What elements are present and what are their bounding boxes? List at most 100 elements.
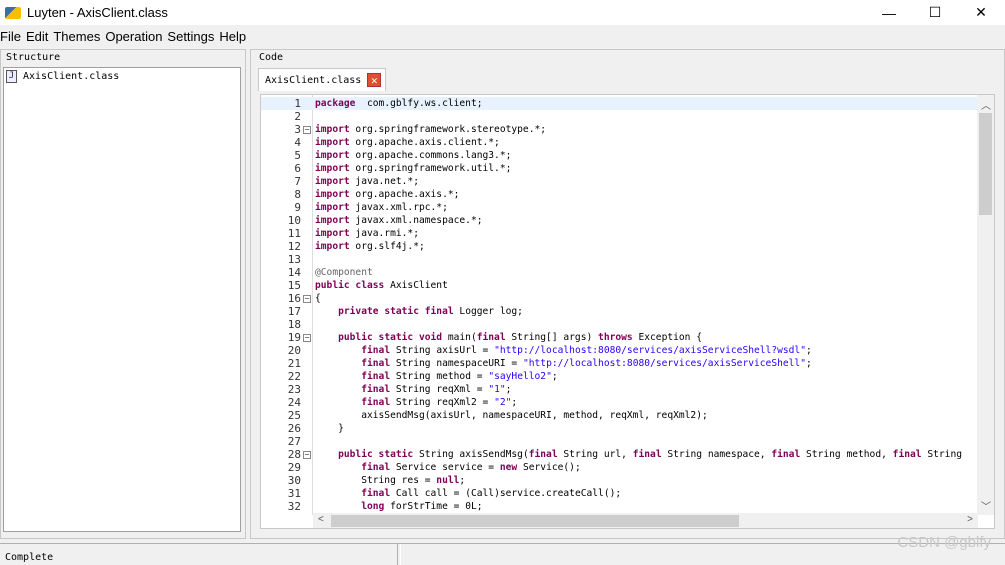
code-text: public static String axisSendMsg(final S…: [315, 448, 962, 461]
code-token: String url,: [557, 449, 633, 460]
code-editor[interactable]: 1 package com.gblfy.ws.client; 2 3− import o…: [260, 94, 995, 529]
code-text: axisSendMsg(axisUrl, namespaceURI, metho…: [315, 409, 708, 422]
code-text: final String method = "sayHello2";: [315, 370, 558, 383]
code-token: final: [632, 449, 662, 460]
code-token: }: [315, 423, 344, 434]
scroll-up-icon[interactable]: ︿: [981, 97, 991, 112]
line-number: 1: [294, 97, 301, 110]
code-line: 7 import java.net.*;: [261, 175, 977, 188]
code-text: final String axisUrl = "http://localhost…: [315, 344, 812, 357]
code-token: javax.xml.rpc.*;: [349, 202, 448, 213]
scroll-down-icon[interactable]: ﹀: [981, 498, 991, 513]
tab-axisclient[interactable]: AxisClient.class ✕: [258, 68, 386, 91]
code-token: String namespace,: [661, 449, 772, 460]
code-text: String res = null;: [315, 474, 465, 487]
menu-help[interactable]: Help: [219, 27, 250, 47]
line-number: 4: [294, 136, 301, 149]
structure-tree[interactable]: J AxisClient.class: [3, 67, 241, 532]
code-token: String axisSendMsg(: [413, 449, 529, 460]
code-line: 14 @Component: [261, 266, 977, 279]
close-tab-icon[interactable]: ✕: [367, 73, 382, 87]
line-number: 18: [287, 318, 301, 331]
code-text: import java.net.*;: [315, 175, 419, 188]
scroll-left-icon[interactable]: <: [318, 514, 324, 525]
code-token: final: [361, 462, 391, 473]
code-line: 10 import javax.xml.namespace.*;: [261, 214, 977, 227]
code-text: import java.rmi.*;: [315, 227, 419, 240]
code-label: Code: [257, 52, 286, 63]
code-token: import: [315, 124, 350, 135]
code-token: import: [315, 163, 350, 174]
code-token: import: [315, 150, 350, 161]
code-text: import org.apache.axis.*;: [315, 188, 459, 201]
tree-item[interactable]: J AxisClient.class: [4, 68, 240, 85]
fold-collapse-icon[interactable]: −: [303, 334, 311, 342]
code-token: "http://localhost:8080/services/axisServ…: [494, 345, 806, 356]
code-token: String method =: [390, 371, 489, 382]
tab-label: AxisClient.class: [265, 74, 362, 86]
code-token: private static final: [338, 306, 454, 317]
code-token: "http://localhost:8080/services/axisServ…: [522, 358, 806, 369]
code-token: String namespaceURI =: [390, 358, 523, 369]
code-token: import: [315, 215, 350, 226]
code-text: import org.springframework.util.*;: [315, 162, 511, 175]
vertical-scroll-thumb[interactable]: [979, 113, 992, 215]
line-number: 29: [287, 461, 301, 474]
line-number: 25: [287, 409, 301, 422]
code-text: final String reqXml2 = "2";: [315, 396, 517, 409]
title-bar: Luyten - AxisClient.class — ☐ ✕: [0, 0, 1005, 25]
fold-collapse-icon[interactable]: −: [303, 451, 311, 459]
line-number: 6: [294, 162, 301, 175]
tree-item-label: AxisClient.class: [23, 71, 120, 82]
code-token: ;: [806, 358, 812, 369]
code-token: public static void: [338, 332, 443, 343]
scroll-right-icon[interactable]: >: [967, 514, 973, 525]
code-text: @Component: [315, 266, 373, 279]
code-token: String: [921, 449, 962, 460]
menu-file[interactable]: File: [0, 27, 25, 47]
code-token: AxisClient: [384, 280, 448, 291]
line-number: 12: [287, 240, 301, 253]
menu-settings[interactable]: Settings: [167, 27, 218, 47]
code-text: final Service service = new Service();: [315, 461, 581, 474]
close-button[interactable]: ✕: [958, 0, 1004, 25]
line-number: 32: [287, 500, 301, 513]
code-token: ;: [805, 345, 812, 356]
line-number: 21: [287, 357, 301, 370]
minimize-button[interactable]: —: [866, 0, 912, 25]
code-line: 9 import javax.xml.rpc.*;: [261, 201, 977, 214]
menu-edit[interactable]: Edit: [26, 27, 52, 47]
code-area[interactable]: 1 package com.gblfy.ws.client; 2 3− import o…: [261, 97, 977, 515]
maximize-button[interactable]: ☐: [912, 0, 958, 25]
fold-collapse-icon[interactable]: −: [303, 295, 311, 303]
code-line: 13: [261, 253, 977, 266]
vertical-scrollbar[interactable]: ︿ ﹀: [977, 95, 994, 515]
code-token: javax.xml.namespace.*;: [349, 215, 483, 226]
code-token: org.apache.commons.lang3.*;: [349, 150, 512, 161]
code-line: 8 import org.apache.axis.*;: [261, 188, 977, 201]
code-token: axisSendMsg(axisUrl, namespaceURI, metho…: [315, 410, 708, 421]
code-text: import org.springframework.stereotype.*;: [315, 123, 546, 136]
menu-operation[interactable]: Operation: [105, 27, 166, 47]
line-number: 22: [287, 370, 301, 383]
code-text: {: [315, 292, 321, 305]
code-token: Exception {: [632, 332, 703, 343]
line-number: 17: [287, 305, 301, 318]
code-text: public static void main(final String[] a…: [315, 331, 702, 344]
code-line: 21 final String namespaceURI = "http://l…: [261, 357, 977, 370]
code-token: "sayHello2": [488, 371, 552, 382]
code-token: throws: [598, 332, 633, 343]
code-token: ;: [459, 475, 466, 486]
menu-themes[interactable]: Themes: [53, 27, 104, 47]
horizontal-scrollbar[interactable]: < >: [313, 513, 978, 528]
code-token: Call call = (Call)service.createCall();: [390, 488, 622, 499]
horizontal-scroll-thumb[interactable]: [331, 515, 739, 527]
code-token: null: [436, 475, 460, 486]
code-line: 1 package com.gblfy.ws.client;: [261, 97, 977, 110]
code-token: ;: [551, 371, 558, 382]
fold-collapse-icon[interactable]: −: [303, 126, 311, 134]
